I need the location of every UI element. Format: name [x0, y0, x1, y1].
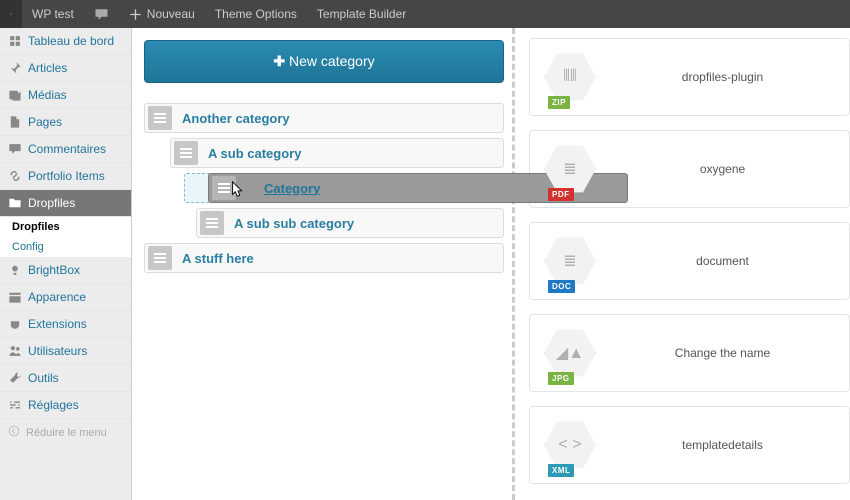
admin-bar: WP test Nouveau Theme Options Template B… [0, 0, 850, 28]
menu-users[interactable]: Utilisateurs [0, 338, 131, 365]
comments-bubble[interactable] [84, 0, 119, 28]
ext-badge: XML [548, 464, 574, 477]
drag-handle-icon[interactable] [148, 106, 172, 130]
files-panel: ⫴⫴ ZIP dropfiles-plugin ≣ PDF oxygene ≣ … [512, 28, 850, 500]
admin-sidebar: Tableau de bord Articles Médias Pages Co… [0, 28, 132, 500]
file-card[interactable]: ≣ DOC document [529, 222, 850, 300]
category-row[interactable]: A sub sub category [196, 208, 504, 238]
new-content-label: Nouveau [147, 7, 195, 21]
site-name-label: WP test [32, 7, 74, 21]
menu-comments[interactable]: Commentaires [0, 136, 131, 163]
media-icon [8, 88, 22, 102]
link-icon [8, 169, 22, 183]
menu-appearance[interactable]: Apparence [0, 284, 131, 311]
submenu-dropfiles: Dropfiles Config [0, 217, 131, 257]
menu-pages[interactable]: Pages [0, 109, 131, 136]
file-card[interactable]: ≣ PDF oxygene [529, 130, 850, 208]
plus-icon: ✚ [273, 53, 285, 69]
file-name: Change the name [612, 346, 833, 360]
ext-badge: ZIP [548, 96, 570, 109]
category-label: A sub category [202, 146, 307, 161]
category-panel: ✚ New category Another category A sub ca… [132, 28, 512, 500]
new-category-button[interactable]: ✚ New category [144, 40, 504, 83]
file-thumb: ≣ DOC [542, 233, 598, 289]
file-thumb: ◢▲ JPG [542, 325, 598, 381]
collapse-icon [8, 425, 20, 440]
jpg-icon: ◢▲ [556, 343, 584, 363]
file-name: templatedetails [612, 438, 833, 452]
ext-badge: PDF [548, 188, 574, 201]
file-name: oxygene [612, 162, 833, 176]
ext-badge: JPG [548, 372, 574, 385]
drag-handle-icon[interactable] [200, 211, 224, 235]
page-icon [8, 115, 22, 129]
menu-media[interactable]: Médias [0, 82, 131, 109]
settings-icon [8, 398, 22, 412]
category-row[interactable]: Another category [144, 103, 504, 133]
drag-handle-icon[interactable] [174, 141, 198, 165]
zip-icon: ⫴⫴ [563, 68, 576, 86]
category-label: A stuff here [176, 251, 260, 266]
pdf-icon: ≣ [563, 159, 576, 179]
menu-tools[interactable]: Outils [0, 365, 131, 392]
theme-options[interactable]: Theme Options [205, 0, 307, 28]
submenu-dropfiles-main[interactable]: Dropfiles [0, 217, 131, 237]
file-thumb: ⫴⫴ ZIP [542, 49, 598, 105]
ext-badge: DOC [548, 280, 575, 293]
file-card[interactable]: ◢▲ JPG Change the name [529, 314, 850, 392]
menu-articles[interactable]: Articles [0, 55, 131, 82]
menu-dropfiles[interactable]: Dropfiles [0, 190, 131, 217]
pin-icon [8, 61, 22, 75]
file-card[interactable]: ⫴⫴ ZIP dropfiles-plugin [529, 38, 850, 116]
light-icon [8, 263, 22, 277]
file-thumb: ≣ PDF [542, 141, 598, 197]
comment-icon [8, 142, 22, 156]
users-icon [8, 344, 22, 358]
file-name: document [612, 254, 833, 268]
menu-settings[interactable]: Réglages [0, 392, 131, 419]
menu-extensions[interactable]: Extensions [0, 311, 131, 338]
main-content: ✚ New category Another category A sub ca… [132, 28, 850, 500]
xml-icon: < > [558, 436, 581, 454]
new-content[interactable]: Nouveau [119, 0, 205, 28]
category-label: Category [258, 181, 326, 196]
category-row[interactable]: A sub category [170, 138, 504, 168]
plugin-icon [8, 317, 22, 331]
site-name[interactable]: WP test [22, 0, 84, 28]
file-thumb: < > XML [542, 417, 598, 473]
dashboard-icon [8, 34, 22, 48]
menu-dashboard[interactable]: Tableau de bord [0, 28, 131, 55]
menu-brightbox[interactable]: BrightBox [0, 257, 131, 284]
template-builder[interactable]: Template Builder [307, 0, 416, 28]
template-builder-label: Template Builder [317, 7, 406, 21]
file-name: dropfiles-plugin [612, 70, 833, 84]
doc-icon: ≣ [563, 251, 576, 271]
file-card[interactable]: < > XML templatedetails [529, 406, 850, 484]
wp-logo[interactable] [0, 0, 22, 28]
appearance-icon [8, 290, 22, 304]
submenu-config[interactable]: Config [0, 237, 131, 257]
theme-options-label: Theme Options [215, 7, 297, 21]
drag-handle-icon[interactable] [148, 246, 172, 270]
category-row[interactable]: A stuff here [144, 243, 504, 273]
category-label: A sub sub category [228, 216, 360, 231]
category-label: Another category [176, 111, 296, 126]
tools-icon [8, 371, 22, 385]
folder-icon [8, 196, 22, 210]
collapse-menu[interactable]: Réduire le menu [0, 419, 131, 446]
drag-handle-icon[interactable] [212, 176, 236, 200]
menu-portfolio[interactable]: Portfolio Items [0, 163, 131, 190]
